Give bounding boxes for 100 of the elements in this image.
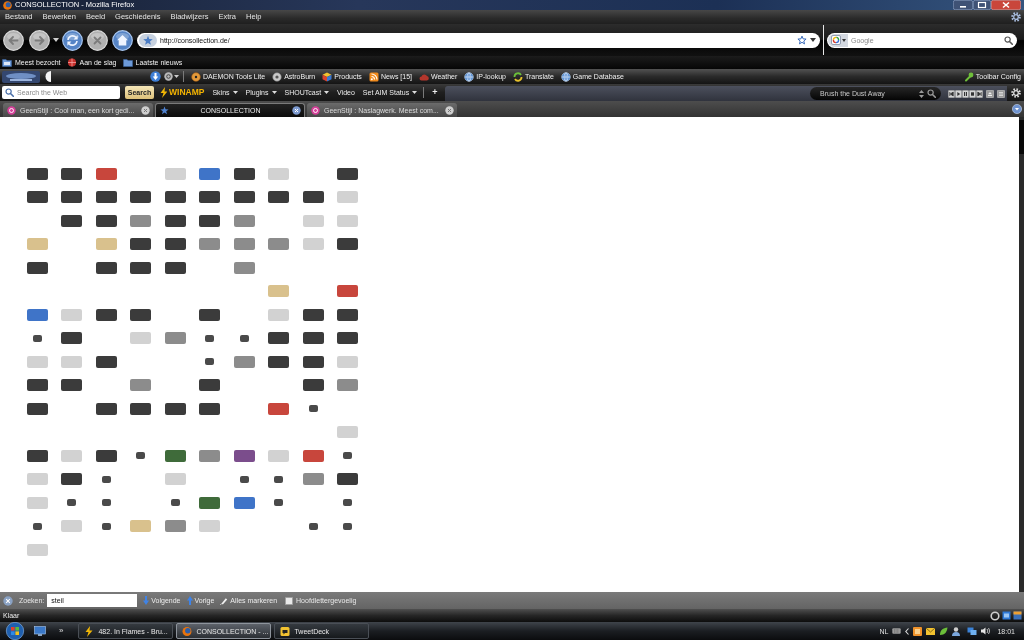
next-track-button[interactable] bbox=[976, 89, 983, 98]
close-button[interactable] bbox=[3, 595, 13, 606]
photo-placeholder[interactable] bbox=[164, 402, 186, 415]
photo-placeholder[interactable] bbox=[343, 522, 353, 530]
search-engine-icon[interactable] bbox=[831, 35, 841, 45]
photo-placeholder[interactable] bbox=[337, 308, 359, 321]
start-button[interactable] bbox=[4, 622, 26, 640]
photo-placeholder[interactable] bbox=[199, 402, 221, 415]
photo-placeholder[interactable] bbox=[308, 405, 318, 413]
photo-placeholder[interactable] bbox=[337, 473, 359, 486]
photo-placeholder[interactable] bbox=[67, 499, 77, 507]
photo-placeholder[interactable] bbox=[61, 473, 83, 486]
download-icon[interactable] bbox=[150, 71, 161, 82]
photo-placeholder[interactable] bbox=[274, 475, 284, 483]
photo-placeholder[interactable] bbox=[205, 334, 215, 342]
photo-placeholder[interactable] bbox=[136, 452, 146, 460]
photo-placeholder[interactable] bbox=[239, 475, 249, 483]
close-button[interactable] bbox=[991, 0, 1021, 10]
photo-placeholder[interactable] bbox=[95, 402, 117, 415]
photo-placeholder[interactable] bbox=[337, 285, 359, 298]
photo-placeholder[interactable] bbox=[233, 449, 255, 462]
photo-placeholder[interactable] bbox=[95, 167, 117, 180]
photo-placeholder[interactable] bbox=[164, 191, 186, 204]
leaf-icon[interactable] bbox=[939, 626, 949, 636]
caret-icon[interactable] bbox=[174, 75, 179, 78]
search-icon[interactable] bbox=[927, 89, 936, 98]
photo-placeholder[interactable] bbox=[164, 238, 186, 251]
add-button[interactable]: + bbox=[432, 88, 438, 97]
photo-placeholder[interactable] bbox=[26, 379, 48, 392]
photo-placeholder[interactable] bbox=[308, 522, 318, 530]
reload-button[interactable] bbox=[62, 29, 83, 51]
photo-placeholder[interactable] bbox=[101, 475, 111, 483]
tab-close-button[interactable] bbox=[292, 106, 301, 115]
photo-placeholder[interactable] bbox=[233, 191, 255, 204]
ring-icon[interactable] bbox=[990, 610, 1000, 621]
more-button[interactable]: » bbox=[59, 627, 64, 635]
maximize-button[interactable] bbox=[973, 0, 991, 10]
forward-button[interactable] bbox=[29, 29, 50, 51]
match-case-checkbox[interactable] bbox=[285, 596, 294, 605]
photo-placeholder[interactable] bbox=[95, 261, 117, 274]
keyboard-icon[interactable] bbox=[892, 628, 902, 634]
photo-placeholder[interactable] bbox=[95, 449, 117, 462]
photo-placeholder[interactable] bbox=[199, 191, 221, 204]
home-button[interactable] bbox=[112, 29, 133, 51]
search-icon[interactable] bbox=[1004, 35, 1013, 45]
scrollbar-thumb[interactable] bbox=[1019, 120, 1024, 154]
speaker-icon[interactable] bbox=[981, 627, 991, 635]
photo-placeholder[interactable] bbox=[61, 379, 83, 392]
photo-placeholder[interactable] bbox=[32, 522, 42, 530]
photo-placeholder[interactable] bbox=[26, 261, 48, 274]
photo-placeholder[interactable] bbox=[95, 308, 117, 321]
photo-placeholder[interactable] bbox=[199, 308, 221, 321]
updown-arrows-icon[interactable] bbox=[919, 89, 924, 98]
window-icon[interactable] bbox=[1002, 611, 1011, 620]
photo-placeholder[interactable] bbox=[101, 522, 111, 530]
settings-icon[interactable] bbox=[1011, 12, 1021, 22]
photo-placeholder[interactable] bbox=[26, 402, 48, 415]
photo-placeholder[interactable] bbox=[26, 167, 48, 180]
photo-placeholder[interactable] bbox=[302, 191, 324, 204]
photo-placeholder[interactable] bbox=[130, 191, 152, 204]
photo-placeholder[interactable] bbox=[26, 191, 48, 204]
photo-placeholder[interactable] bbox=[274, 499, 284, 507]
tab-list-button[interactable] bbox=[1012, 104, 1022, 114]
caret-icon[interactable] bbox=[53, 38, 59, 42]
photo-placeholder[interactable] bbox=[199, 214, 221, 227]
eject-button[interactable] bbox=[986, 89, 994, 98]
star-icon[interactable] bbox=[797, 35, 807, 45]
photo-placeholder[interactable] bbox=[61, 332, 83, 345]
photo-placeholder[interactable] bbox=[95, 191, 117, 204]
photo-placeholder[interactable] bbox=[61, 191, 83, 204]
photo-placeholder[interactable] bbox=[26, 449, 48, 462]
envelope-icon[interactable] bbox=[926, 626, 936, 636]
caret-icon[interactable] bbox=[842, 38, 846, 42]
back-button[interactable] bbox=[3, 29, 24, 51]
photo-placeholder[interactable] bbox=[302, 355, 324, 368]
photo-placeholder[interactable] bbox=[205, 358, 215, 366]
previous-track-button[interactable] bbox=[948, 89, 955, 98]
photo-placeholder[interactable] bbox=[268, 332, 290, 345]
photo-placeholder[interactable] bbox=[130, 261, 152, 274]
network-icon[interactable] bbox=[967, 626, 978, 636]
minimize-button[interactable] bbox=[953, 0, 973, 10]
photo-placeholder[interactable] bbox=[130, 238, 152, 251]
photo-placeholder[interactable] bbox=[302, 332, 324, 345]
logo-icon[interactable] bbox=[2, 70, 40, 83]
caret-icon[interactable] bbox=[810, 38, 816, 42]
photo-placeholder[interactable] bbox=[343, 499, 353, 507]
menu-button[interactable] bbox=[997, 89, 1005, 98]
desktop-icon[interactable] bbox=[34, 626, 46, 636]
photo-placeholder[interactable] bbox=[302, 308, 324, 321]
photo-placeholder[interactable] bbox=[343, 452, 353, 460]
photo-placeholder[interactable] bbox=[268, 191, 290, 204]
settings-icon[interactable] bbox=[1011, 87, 1021, 98]
scrollbar[interactable] bbox=[1019, 117, 1024, 592]
photo-placeholder[interactable] bbox=[239, 334, 249, 342]
photo-placeholder[interactable] bbox=[95, 214, 117, 227]
photo-placeholder[interactable] bbox=[302, 379, 324, 392]
photo-placeholder[interactable] bbox=[32, 334, 42, 342]
photo-placeholder[interactable] bbox=[199, 496, 221, 509]
person-icon[interactable] bbox=[952, 626, 961, 636]
photo-placeholder[interactable] bbox=[268, 402, 290, 415]
